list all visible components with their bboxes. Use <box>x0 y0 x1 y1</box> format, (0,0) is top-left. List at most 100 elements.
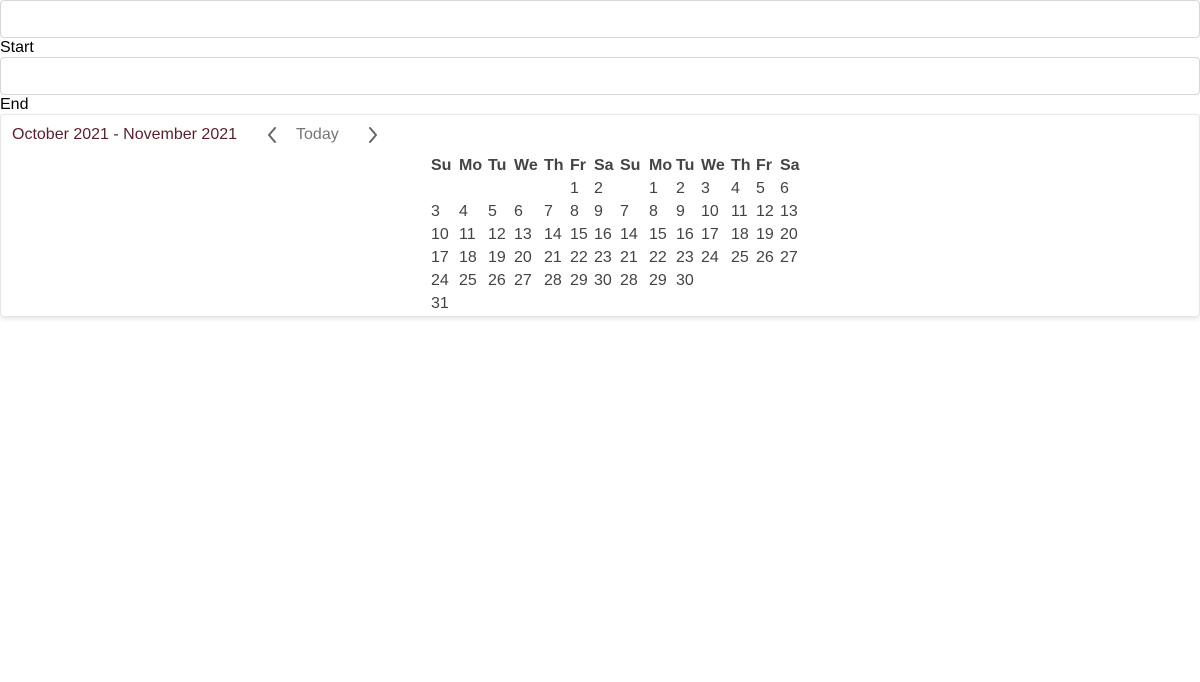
day-cell[interactable]: 26 <box>487 269 513 292</box>
day-cell[interactable]: 4 <box>458 200 487 223</box>
day-cell[interactable]: 5 <box>755 177 779 200</box>
weekday-header: Su <box>620 156 641 174</box>
empty-day-cell <box>619 177 648 200</box>
day-cell[interactable]: 28 <box>619 269 648 292</box>
day-cell[interactable]: 29 <box>569 269 593 292</box>
weekday-header: Th <box>731 156 751 174</box>
day-cell[interactable]: 20 <box>513 246 543 269</box>
empty-day-cell <box>487 292 513 315</box>
day-cell[interactable]: 31 <box>430 292 458 315</box>
day-cell[interactable]: 8 <box>648 200 675 223</box>
day-cell[interactable]: 23 <box>593 246 619 269</box>
day-cell[interactable]: 18 <box>730 223 755 246</box>
day-cell[interactable]: 11 <box>730 200 755 223</box>
day-cell[interactable]: 29 <box>648 269 675 292</box>
week-row <box>619 292 803 315</box>
week-row: 12 <box>430 177 619 200</box>
day-cell[interactable]: 13 <box>779 200 803 223</box>
day-cell[interactable]: 2 <box>593 177 619 200</box>
day-cell[interactable]: 27 <box>779 246 803 269</box>
day-cell[interactable]: 6 <box>513 200 543 223</box>
week-row: 24 25 26 27 28 29 30 <box>430 269 619 292</box>
day-cell[interactable]: 20 <box>779 223 803 246</box>
empty-day-cell <box>619 292 648 315</box>
day-cell[interactable]: 24 <box>430 269 458 292</box>
day-cell[interactable]: 18 <box>458 246 487 269</box>
day-cell[interactable]: 21 <box>619 246 648 269</box>
day-cell[interactable]: 2 <box>675 177 700 200</box>
empty-day-cell <box>543 292 569 315</box>
week-row: 21 22 23 24 25 26 27 <box>619 246 803 269</box>
empty-day-cell <box>648 292 675 315</box>
day-cell[interactable]: 9 <box>593 200 619 223</box>
date-range-calendar: October 2021 - November 2021 Today Su Mo T… <box>0 114 1200 317</box>
end-date-input[interactable] <box>0 57 1200 95</box>
start-date-label: Start <box>0 39 34 56</box>
day-cell[interactable]: 12 <box>487 223 513 246</box>
weekday-header: Su <box>431 156 452 174</box>
weekday-header-row: Su Mo Tu We Th Fr Sa <box>430 154 619 177</box>
day-cell[interactable]: 22 <box>648 246 675 269</box>
day-cell[interactable]: 8 <box>569 200 593 223</box>
day-cell[interactable]: 14 <box>619 223 648 246</box>
week-row: 28 29 30 <box>619 269 803 292</box>
day-cell[interactable]: 27 <box>513 269 543 292</box>
weekday-header: Fr <box>570 156 586 174</box>
day-cell[interactable]: 4 <box>730 177 755 200</box>
empty-day-cell <box>569 292 593 315</box>
day-cell[interactable]: 30 <box>675 269 700 292</box>
day-cell[interactable]: 9 <box>675 200 700 223</box>
day-cell[interactable]: 15 <box>648 223 675 246</box>
previous-month-button[interactable] <box>262 123 282 147</box>
calendar-range-title: October 2021 - November 2021 <box>12 126 238 143</box>
next-month-button[interactable] <box>363 123 383 147</box>
day-cell[interactable]: 24 <box>700 246 730 269</box>
empty-day-cell <box>675 292 700 315</box>
weekday-header: We <box>701 156 725 174</box>
weekday-header: Th <box>544 156 564 174</box>
day-cell[interactable]: 16 <box>593 223 619 246</box>
weekday-header: Tu <box>676 156 695 174</box>
day-cell[interactable]: 13 <box>513 223 543 246</box>
empty-day-cell <box>730 292 755 315</box>
day-cell[interactable]: 3 <box>700 177 730 200</box>
day-cell[interactable]: 17 <box>700 223 730 246</box>
day-cell[interactable]: 28 <box>543 269 569 292</box>
day-cell[interactable]: 6 <box>779 177 803 200</box>
day-cell[interactable]: 11 <box>458 223 487 246</box>
week-row: 31 <box>430 292 619 315</box>
day-cell[interactable]: 16 <box>675 223 700 246</box>
today-button[interactable]: Today <box>296 126 339 144</box>
day-cell[interactable]: 1 <box>569 177 593 200</box>
day-cell[interactable]: 30 <box>593 269 619 292</box>
day-cell[interactable]: 10 <box>430 223 458 246</box>
day-cell[interactable]: 15 <box>569 223 593 246</box>
day-cell[interactable]: 7 <box>543 200 569 223</box>
start-date-input[interactable] <box>0 0 1200 38</box>
day-cell[interactable]: 3 <box>430 200 458 223</box>
day-cell[interactable]: 12 <box>755 200 779 223</box>
week-row: 14 15 16 17 18 19 20 <box>619 223 803 246</box>
empty-day-cell <box>755 292 779 315</box>
weekday-header: Tu <box>488 156 507 174</box>
day-cell[interactable]: 17 <box>430 246 458 269</box>
day-cell[interactable]: 10 <box>700 200 730 223</box>
day-cell[interactable]: 5 <box>487 200 513 223</box>
day-cell[interactable]: 25 <box>730 246 755 269</box>
empty-day-cell <box>730 269 755 292</box>
weekday-header: We <box>514 156 538 174</box>
day-cell[interactable]: 25 <box>458 269 487 292</box>
day-cell[interactable]: 19 <box>755 223 779 246</box>
weekday-header: Sa <box>780 156 800 174</box>
calendar-months: Su Mo Tu We Th Fr Sa 1 2 3 4 5 6 7 8 9 10 11 12 13 14 15 16 17 1… <box>430 154 803 315</box>
day-cell[interactable]: 26 <box>755 246 779 269</box>
day-cell[interactable]: 1 <box>648 177 675 200</box>
month-grid: Su Mo Tu We Th Fr Sa 1 2 3 4 5 6 7 8 9 10 11 12 13 14 15 16 17 1… <box>619 154 803 315</box>
chevron-left-icon <box>268 127 277 143</box>
day-cell[interactable]: 14 <box>543 223 569 246</box>
day-cell[interactable]: 19 <box>487 246 513 269</box>
day-cell[interactable]: 21 <box>543 246 569 269</box>
day-cell[interactable]: 7 <box>619 200 648 223</box>
day-cell[interactable]: 23 <box>675 246 700 269</box>
day-cell[interactable]: 22 <box>569 246 593 269</box>
